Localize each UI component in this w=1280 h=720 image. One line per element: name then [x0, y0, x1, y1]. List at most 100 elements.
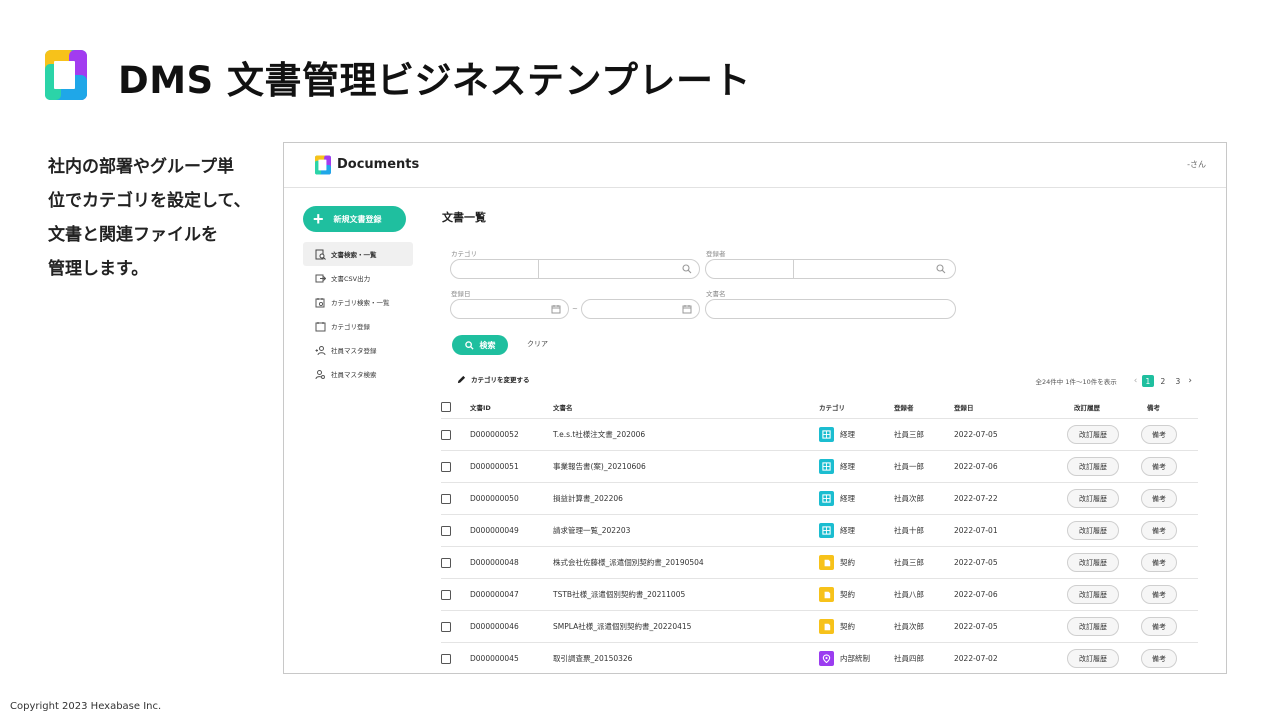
- docname-field[interactable]: [705, 299, 956, 319]
- revision-history-button[interactable]: 改訂履歴: [1067, 585, 1119, 604]
- document-name[interactable]: SMPLA社様_派遣個別契約書_20220415: [553, 611, 691, 642]
- category-search-icon: [315, 297, 325, 307]
- date-to-field[interactable]: [581, 299, 700, 319]
- column-header-name[interactable]: 文書名: [553, 395, 573, 418]
- document-id: D000000048: [470, 558, 519, 567]
- column-header-registrant[interactable]: 登録者: [894, 395, 914, 418]
- revision-history-button[interactable]: 改訂履歴: [1067, 521, 1119, 540]
- search-button[interactable]: 検索: [452, 335, 508, 355]
- row-checkbox[interactable]: [441, 653, 451, 664]
- document-name[interactable]: T.e.s.t社様注文書_202006: [553, 419, 645, 450]
- note-button[interactable]: 備考: [1141, 553, 1177, 572]
- table-row[interactable]: D000000046 SMPLA社様_派遣個別契約書_20220415 契約 社員次郎…: [441, 611, 1198, 643]
- search-icon: [936, 264, 946, 274]
- slide-title: DMS 文書管理ビジネステンプレート: [118, 59, 751, 102]
- sidebar-item-csv-export[interactable]: 文書CSV出力: [303, 266, 413, 290]
- column-header-id[interactable]: 文書ID: [470, 395, 491, 418]
- date-label: 登録日: [451, 290, 471, 298]
- registration-date: 2022-07-06: [954, 462, 998, 471]
- page-1[interactable]: 1: [1141, 375, 1154, 387]
- document-name[interactable]: 事業報告書(案)_20210606: [553, 451, 646, 482]
- table-row[interactable]: D000000045 取引調査票_20150326 内部統制 社員四郎 2022-07-…: [441, 643, 1198, 673]
- page-3[interactable]: 3: [1172, 375, 1184, 387]
- note-button[interactable]: 備考: [1141, 457, 1177, 476]
- clear-button[interactable]: クリア: [527, 339, 548, 349]
- change-category-button[interactable]: カテゴリを変更する: [457, 374, 530, 384]
- revision-history-button[interactable]: 改訂履歴: [1067, 457, 1119, 476]
- table-row[interactable]: D000000051 事業報告書(案)_20210606 経理 社員一郎 2022-07…: [441, 451, 1198, 483]
- ledger-icon: [819, 459, 834, 474]
- note-button[interactable]: 備考: [1141, 585, 1177, 604]
- row-checkbox[interactable]: [441, 429, 451, 440]
- column-header-date[interactable]: 登録日: [954, 395, 974, 418]
- document-category: 内部統制: [819, 643, 870, 673]
- row-checkbox[interactable]: [441, 589, 451, 600]
- table-row[interactable]: D000000048 株式会社佐藤様_派遣個別契約書_20190504 契約 社員三郎…: [441, 547, 1198, 579]
- sidebar-nav: 文書検索・一覧 文書CSV出力 カテゴリ検索・一覧 カテゴリ登録 社員マスタ登録…: [303, 242, 413, 386]
- description-line: 文書と関連ファイルを: [48, 225, 218, 245]
- registration-date: 2022-07-05: [954, 430, 998, 439]
- document-category: 経理: [819, 515, 855, 546]
- table-row[interactable]: D000000050 損益計算書_202206 経理 社員次郎 2022-07-22 改訂…: [441, 483, 1198, 515]
- table-row[interactable]: D000000052 T.e.s.t社様注文書_202006 経理 社員三郎 2022-…: [441, 419, 1198, 451]
- chevron-left-icon[interactable]: ‹: [1134, 376, 1138, 386]
- revision-history-button[interactable]: 改訂履歴: [1067, 425, 1119, 444]
- document-name[interactable]: TSTB社様_派遣個別契約書_20211005: [553, 579, 685, 610]
- calendar-icon: [682, 305, 692, 314]
- sidebar-item-document-search[interactable]: 文書検索・一覧: [303, 242, 413, 266]
- row-checkbox[interactable]: [441, 525, 451, 536]
- note-button[interactable]: 備考: [1141, 649, 1177, 668]
- category-label: 契約: [840, 558, 855, 567]
- revision-history-button[interactable]: 改訂履歴: [1067, 649, 1119, 668]
- document-name[interactable]: 取引調査票_20150326: [553, 643, 632, 673]
- note-button[interactable]: 備考: [1141, 617, 1177, 636]
- note-button[interactable]: 備考: [1141, 425, 1177, 444]
- category-field[interactable]: [450, 259, 700, 279]
- page-2[interactable]: 2: [1157, 375, 1169, 387]
- registration-date: 2022-07-06: [954, 590, 998, 599]
- select-all-checkbox[interactable]: [441, 401, 451, 412]
- chevron-right-icon[interactable]: ›: [1188, 376, 1192, 386]
- document-name[interactable]: 株式会社佐藤様_派遣個別契約書_20190504: [553, 547, 704, 578]
- sidebar-item-category-search[interactable]: カテゴリ検索・一覧: [303, 290, 413, 314]
- search-icon: [464, 340, 474, 350]
- sidebar-item-employee-search[interactable]: 社員マスタ検索: [303, 362, 413, 386]
- table-row[interactable]: D000000049 請求管理一覧_202203 経理 社員十郎 2022-07-01 改…: [441, 515, 1198, 547]
- table-row[interactable]: D000000047 TSTB社様_派遣個別契約書_20211005 契約 社員八郎 2…: [441, 579, 1198, 611]
- description-line: 位でカテゴリを設定して、: [48, 191, 251, 211]
- document-table: 文書ID 文書名 カテゴリ 登録者 登録日 改訂履歴 備考 D000000052…: [441, 395, 1198, 673]
- row-checkbox[interactable]: [441, 557, 451, 568]
- category-label: 経理: [840, 430, 855, 439]
- date-from-field[interactable]: [450, 299, 569, 319]
- sidebar-item-label: 文書CSV出力: [331, 275, 371, 283]
- note-button[interactable]: 備考: [1141, 521, 1177, 540]
- row-checkbox[interactable]: [441, 493, 451, 504]
- user-menu[interactable]: -さん: [1187, 159, 1206, 170]
- new-document-button[interactable]: + 新規文書登録: [303, 206, 406, 232]
- app-name: Documents: [337, 157, 420, 172]
- date-separator: ~: [572, 305, 578, 313]
- revision-history-button[interactable]: 改訂履歴: [1067, 489, 1119, 508]
- description-line: 社内の部署やグループ単: [48, 157, 234, 177]
- sidebar-item-employee-register[interactable]: 社員マスタ登録: [303, 338, 413, 362]
- revision-history-button[interactable]: 改訂履歴: [1067, 617, 1119, 636]
- row-checkbox[interactable]: [441, 461, 451, 472]
- registrant: 社員四郎: [894, 654, 924, 663]
- note-button[interactable]: 備考: [1141, 489, 1177, 508]
- row-checkbox[interactable]: [441, 621, 451, 632]
- sidebar-item-label: 社員マスタ検索: [331, 371, 377, 379]
- registrant: 社員三郎: [894, 430, 924, 439]
- registrant: 社員八郎: [894, 590, 924, 599]
- registrant: 社員次郎: [894, 622, 924, 631]
- sidebar-item-category-register[interactable]: カテゴリ登録: [303, 314, 413, 338]
- document-name[interactable]: 損益計算書_202206: [553, 483, 623, 514]
- column-header-category[interactable]: カテゴリ: [819, 395, 845, 418]
- copyright: Copyright 2023 Hexabase Inc.: [10, 701, 162, 712]
- ledger-icon: [819, 491, 834, 506]
- revision-history-button[interactable]: 改訂履歴: [1067, 553, 1119, 572]
- registrant-field[interactable]: [705, 259, 956, 279]
- app-header: Documents -さん: [284, 143, 1226, 188]
- document-name[interactable]: 請求管理一覧_202203: [553, 515, 630, 546]
- registrant: 社員十郎: [894, 526, 924, 535]
- registration-date: 2022-07-22: [954, 494, 998, 503]
